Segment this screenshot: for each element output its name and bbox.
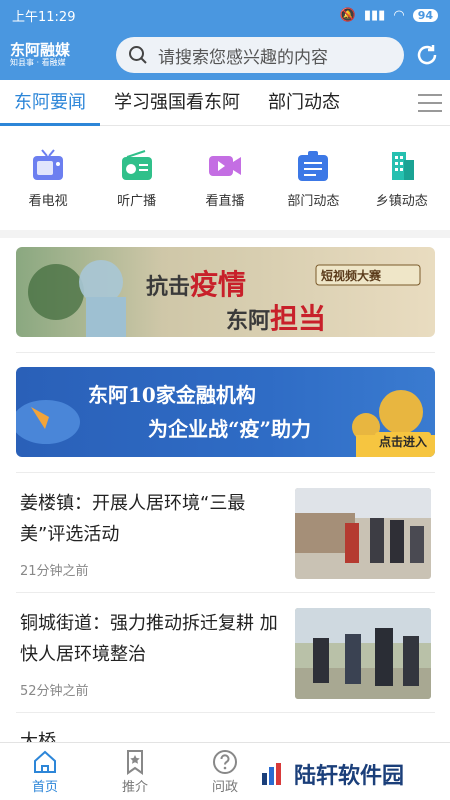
divider-line: [16, 592, 435, 593]
banner-epidemic[interactable]: 抗击疫情 东阿担当 短视频大赛: [16, 247, 435, 337]
app-header: 东阿融媒 知县事 · 看融媒 请搜索您感兴趣的内容: [0, 30, 450, 80]
search-placeholder: 请搜索您感兴趣的内容: [158, 47, 328, 68]
tab-department-news[interactable]: 部门动态: [254, 80, 354, 126]
quick-label: 乡镇动态: [375, 194, 428, 209]
quick-radio[interactable]: 听广播: [97, 126, 177, 230]
news-thumbnail: [295, 608, 431, 699]
app-logo: 东阿融媒 知县事 · 看融媒: [10, 42, 104, 67]
quick-department[interactable]: 部门动态: [273, 126, 353, 230]
section-divider: [0, 230, 450, 238]
status-bar: 上午11:29 🔕 ▮▮▮ ◠ 94: [0, 0, 450, 30]
nav-inquiry[interactable]: 问政: [180, 743, 270, 800]
quick-live[interactable]: 看直播: [185, 126, 265, 230]
radio-icon: [121, 150, 152, 180]
banner1-text-c: 东阿: [226, 308, 271, 334]
home-icon: [34, 750, 56, 773]
refresh-icon[interactable]: [414, 42, 440, 68]
search-icon: [129, 46, 147, 64]
quick-label: 看电视: [28, 194, 68, 209]
logo-title: 东阿融媒: [10, 41, 71, 60]
banner2-cta-button[interactable]: 点击进入: [374, 432, 431, 451]
watermark-text: 陆轩软件园: [294, 764, 405, 789]
quick-label: 看直播: [205, 194, 245, 209]
search-input[interactable]: 请搜索您感兴趣的内容: [116, 37, 404, 73]
watermark: 陆轩软件园: [258, 758, 405, 790]
banner1-text-d: 担当: [270, 302, 327, 335]
banner1-tag: 短视频大赛: [321, 269, 382, 283]
banner2-line1: 东阿10家金融机构: [88, 383, 256, 407]
banner-finance[interactable]: 东阿10家金融机构 为企业战“疫”助力 点击进入: [16, 367, 435, 457]
tab-study-dongea[interactable]: 学习强国看东阿: [100, 80, 254, 126]
battery-indicator: 94: [412, 8, 438, 22]
news-item[interactable]: 姜楼镇：开展人居环境“三最美”评选活动 21分钟之前: [16, 488, 435, 580]
watermark-logo-icon: [262, 763, 281, 785]
nav-home[interactable]: 首页: [0, 743, 90, 800]
tv-icon: [33, 149, 64, 180]
nav-label: 问政: [211, 780, 238, 795]
quick-town[interactable]: 乡镇动态: [362, 126, 442, 230]
news-title: 姜楼镇：开展人居环境“三最美”评选活动: [20, 493, 246, 545]
list-icon: [298, 151, 329, 181]
wifi-icon: ◠: [393, 7, 405, 23]
banner2-line2: 为企业战“疫”助力: [148, 417, 312, 441]
quick-tv[interactable]: 看电视: [8, 126, 88, 230]
news-title: 铜城街道：强力推动拆迁复耕 加快人居环境整治: [20, 613, 278, 665]
quick-label: 部门动态: [287, 194, 340, 209]
building-icon: [391, 152, 414, 180]
quick-label: 听广播: [117, 194, 157, 209]
news-item[interactable]: 铜城街道：强力推动拆迁复耕 加快人居环境整治 52分钟之前: [16, 608, 435, 700]
nav-label: 推介: [121, 780, 148, 795]
news-time: 52分钟之前: [20, 684, 89, 699]
news-title-partial[interactable]: 大桥: [20, 728, 56, 742]
video-camera-icon: [208, 156, 241, 176]
question-icon: [213, 750, 237, 774]
news-thumbnail: [295, 488, 431, 579]
signal-icon: ▮▮▮: [363, 7, 386, 23]
tab-dongea-news[interactable]: 东阿要闻: [0, 80, 100, 126]
logo-subtitle: 知县事 · 看融媒: [10, 57, 66, 67]
nav-recommend[interactable]: 推介: [90, 743, 180, 800]
divider-line: [16, 352, 435, 353]
bookmark-star-icon: [127, 750, 143, 775]
banner1-text-a: 抗击: [146, 274, 191, 300]
news-time: 21分钟之前: [20, 564, 89, 579]
channel-tabs: 东阿要闻 学习强国看东阿 部门动态: [0, 80, 450, 126]
divider-line: [16, 712, 435, 713]
status-time: 上午11:29: [12, 9, 76, 25]
divider-line: [16, 472, 435, 473]
nav-label: 首页: [31, 780, 58, 795]
quick-entries: 看电视 听广播 看直播 部门动态 乡镇动态: [0, 126, 450, 230]
menu-icon[interactable]: [418, 93, 442, 113]
mute-icon: 🔕: [339, 7, 356, 23]
